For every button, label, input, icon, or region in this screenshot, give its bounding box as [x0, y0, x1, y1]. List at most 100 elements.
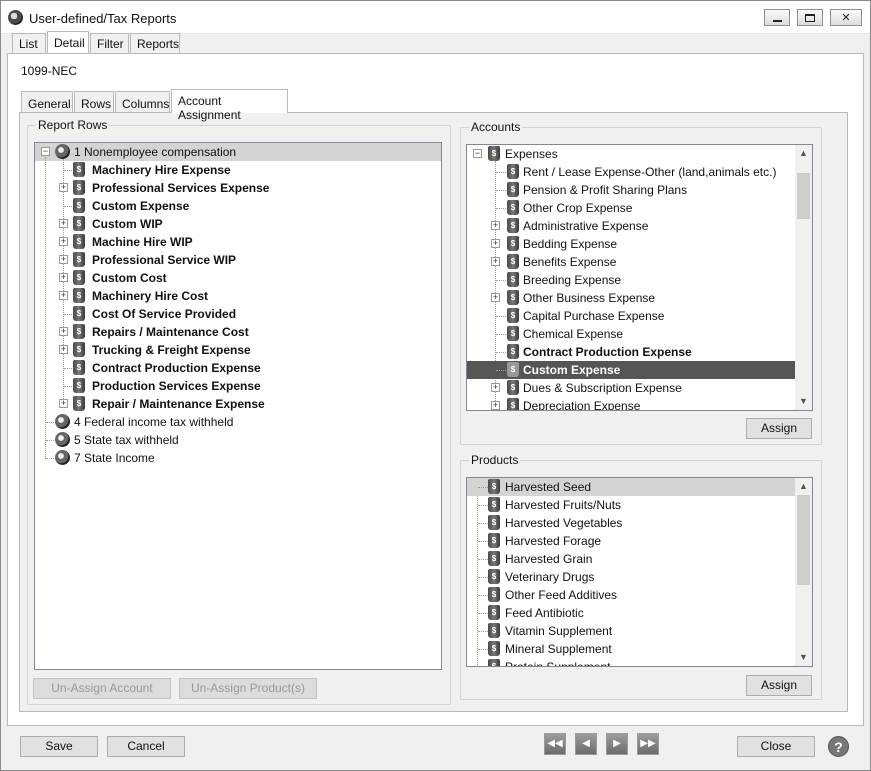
list-item[interactable]: $ Harvested Forage — [467, 532, 795, 550]
tree-node[interactable]: $ Machinery Hire Expense — [35, 161, 425, 179]
tree-node[interactable]: $ Other Crop Expense — [467, 199, 795, 217]
tree-node[interactable]: $ Contract Production Expense — [35, 359, 425, 377]
tab-filter[interactable]: Filter — [90, 33, 129, 53]
expand-icon[interactable]: + — [491, 239, 500, 248]
tree-node[interactable]: + $ Machine Hire WIP — [35, 233, 425, 251]
tree-node[interactable]: $ Production Services Expense — [35, 377, 425, 395]
cancel-button[interactable]: Cancel — [107, 736, 185, 757]
assign-product-button[interactable]: Assign — [746, 675, 812, 696]
expand-icon[interactable]: + — [59, 399, 68, 408]
expand-icon[interactable]: + — [491, 401, 500, 410]
expand-icon[interactable]: + — [59, 219, 68, 228]
tree-node[interactable]: + $ Other Business Expense — [467, 289, 795, 307]
save-button[interactable]: Save — [20, 736, 98, 757]
accounts-tree[interactable]: − $ Expenses $ Rent / Lease Expense-Other (l… — [466, 144, 813, 411]
first-record-button[interactable]: ◀◀ — [544, 733, 566, 755]
subtab-general[interactable]: General — [21, 91, 73, 112]
tree-node[interactable]: $ Chemical Expense — [467, 325, 795, 343]
expand-icon[interactable]: + — [491, 293, 500, 302]
expand-icon[interactable]: + — [59, 345, 68, 354]
tree-node[interactable]: $ Contract Production Expense — [467, 343, 795, 361]
expand-icon[interactable]: + — [59, 255, 68, 264]
expand-icon[interactable]: + — [491, 221, 500, 230]
tree-node[interactable]: + $ Custom Cost — [35, 269, 425, 287]
tree-node[interactable]: + $ Depreciation Expense — [467, 397, 795, 410]
list-item[interactable]: $ Vitamin Supplement — [467, 622, 795, 640]
list-item[interactable]: $ Harvested Grain — [467, 550, 795, 568]
assign-account-button[interactable]: Assign — [746, 418, 812, 439]
tree-node[interactable]: + $ Bedding Expense — [467, 235, 795, 253]
collapse-icon[interactable]: − — [41, 147, 50, 156]
close-button[interactable]: Close — [737, 736, 815, 757]
list-item[interactable]: $ Harvested Seed — [467, 478, 795, 496]
subtab-account-assignment[interactable]: Account Assignment — [171, 89, 288, 122]
expand-icon[interactable]: + — [491, 383, 500, 392]
tree-connector — [478, 577, 488, 578]
tree-node[interactable]: + $ Administrative Expense — [467, 217, 795, 235]
tree-node[interactable]: + $ Machinery Hire Cost — [35, 287, 425, 305]
list-item[interactable]: $ Veterinary Drugs — [467, 568, 795, 586]
subtab-rows[interactable]: Rows — [74, 91, 114, 112]
expand-icon[interactable]: + — [59, 327, 68, 336]
tree-node[interactable]: + $ Professional Service WIP — [35, 251, 425, 269]
tree-node-root[interactable]: − 1 Nonemployee compensation — [35, 143, 441, 161]
tree-node[interactable]: $ Breeding Expense — [467, 271, 795, 289]
list-item[interactable]: $ Harvested Fruits/Nuts — [467, 496, 795, 514]
tab-list[interactable]: List — [12, 33, 46, 53]
tree-node[interactable]: + $ Dues & Subscription Expense — [467, 379, 795, 397]
list-item[interactable]: $ Protein Supplement — [467, 658, 795, 666]
report-rows-tree[interactable]: − 1 Nonemployee compensation $ Machinery Hi… — [34, 142, 442, 670]
list-item[interactable]: $ Mineral Supplement — [467, 640, 795, 658]
tab-detail[interactable]: Detail — [47, 31, 89, 53]
collapse-icon[interactable]: − — [473, 149, 482, 158]
tree-node[interactable]: + $ Benefits Expense — [467, 253, 795, 271]
subtab-columns[interactable]: Columns — [115, 91, 170, 112]
help-icon[interactable]: ? — [828, 736, 849, 757]
report-rows-label: Report Rows — [36, 118, 110, 132]
close-window-button[interactable]: ✕ — [830, 9, 862, 26]
scroll-up-icon[interactable]: ▲ — [795, 478, 812, 495]
minimize-button[interactable] — [764, 9, 790, 26]
expand-icon[interactable]: + — [59, 291, 68, 300]
tree-node[interactable]: $ Capital Purchase Expense — [467, 307, 795, 325]
tree-node[interactable]: + $ Trucking & Freight Expense — [35, 341, 425, 359]
tree-node[interactable]: + $ Repair / Maintenance Expense — [35, 395, 425, 413]
ledger-icon: $ — [488, 641, 500, 656]
vertical-scrollbar[interactable]: ▲ ▼ — [795, 145, 812, 410]
tree-node-root[interactable]: 7 State Income — [35, 449, 425, 467]
ledger-icon: $ — [73, 324, 85, 339]
tree-node[interactable]: + $ Custom WIP — [35, 215, 425, 233]
previous-record-button[interactable]: ◀ — [575, 733, 597, 755]
tree-node-root[interactable]: 5 State tax withheld — [35, 431, 425, 449]
next-record-button[interactable]: ▶ — [606, 733, 628, 755]
tree-node-root[interactable]: 4 Federal income tax withheld — [35, 413, 425, 431]
scroll-thumb[interactable] — [797, 173, 810, 219]
tree-node[interactable]: + $ Repairs / Maintenance Cost — [35, 323, 425, 341]
tree-node[interactable]: $ Custom Expense — [467, 361, 795, 379]
list-item[interactable]: $ Harvested Vegetables — [467, 514, 795, 532]
scroll-down-icon[interactable]: ▼ — [795, 393, 812, 410]
vertical-scrollbar[interactable]: ▲ ▼ — [795, 478, 812, 666]
expand-icon[interactable]: + — [491, 257, 500, 266]
scroll-down-icon[interactable]: ▼ — [795, 649, 812, 666]
tree-node[interactable]: + $ Professional Services Expense — [35, 179, 425, 197]
tab-reports[interactable]: Reports — [130, 33, 180, 53]
tree-node-root[interactable]: − $ Expenses — [467, 145, 795, 163]
list-item[interactable]: $ Feed Antibiotic — [467, 604, 795, 622]
expand-icon[interactable]: + — [59, 183, 68, 192]
scroll-up-icon[interactable]: ▲ — [795, 145, 812, 162]
tree-node[interactable]: $ Pension & Profit Sharing Plans — [467, 181, 795, 199]
expand-icon[interactable]: + — [59, 273, 68, 282]
list-item[interactable]: $ Other Feed Additives — [467, 586, 795, 604]
last-record-button[interactable]: ▶▶ — [637, 733, 659, 755]
tree-node[interactable]: $ Rent / Lease Expense-Other (land,animal… — [467, 163, 795, 181]
products-list[interactable]: $ Harvested Seed $ Harvested Fruits/Nuts $ Ha… — [466, 477, 813, 667]
tree-node[interactable]: $ Custom Expense — [35, 197, 425, 215]
unassign-account-button[interactable]: Un-Assign Account — [33, 678, 171, 699]
scroll-thumb[interactable] — [797, 495, 810, 585]
expand-icon[interactable]: + — [59, 237, 68, 246]
row-label: Custom Cost — [92, 271, 167, 285]
maximize-button[interactable] — [797, 9, 823, 26]
tree-node[interactable]: $ Cost Of Service Provided — [35, 305, 425, 323]
unassign-products-button[interactable]: Un-Assign Product(s) — [179, 678, 317, 699]
